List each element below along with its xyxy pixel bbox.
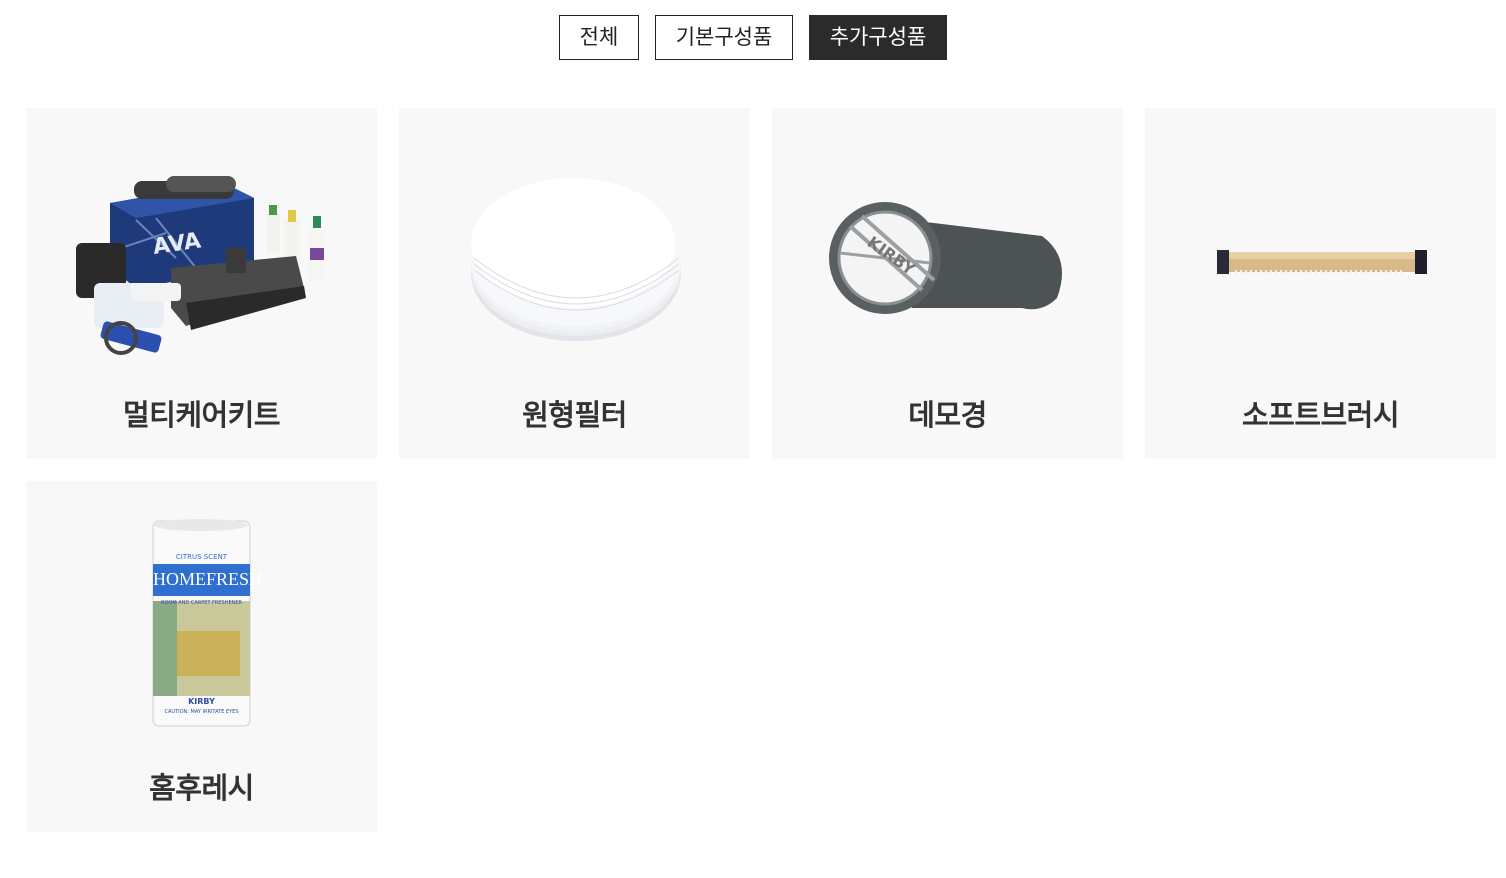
tab-additional-components[interactable]: 추가구성품 [809, 15, 947, 60]
can-maker: KIRBY [188, 697, 215, 706]
product-name: 홈후레시 [149, 771, 254, 805]
product-name: 데모경 [908, 398, 987, 432]
can-brand: HOMEFRESH [153, 569, 262, 589]
product-card-demo-scope[interactable]: KIRBY 데모경 [772, 108, 1123, 459]
multicare-kit-image: AVA [26, 108, 377, 388]
product-name: 멀티케어키트 [122, 398, 281, 432]
demo-scope-image: KIRBY [772, 108, 1123, 388]
can-caution: CAUTION: MAY IRRITATE EYES [164, 709, 239, 715]
tab-all[interactable]: 전체 [559, 15, 639, 60]
tab-basic-components[interactable]: 기본구성품 [655, 15, 793, 60]
can-brand-home: HOME [153, 569, 206, 589]
product-name: 원형필터 [522, 398, 627, 432]
soft-brush-image [1145, 108, 1496, 388]
product-card-soft-brush[interactable]: 소프트브러시 [1145, 108, 1496, 459]
product-card-round-filter[interactable]: 원형필터 [399, 108, 750, 459]
can-scent-label: CITRUS SCENT [175, 553, 228, 561]
category-tabs: 전체 기본구성품 추가구성품 [0, 15, 1506, 60]
product-card-homefresh[interactable]: CITRUS SCENT HOMEFRESH ROOM AND CARPET F… [26, 481, 377, 832]
product-name: 소프트브러시 [1241, 398, 1400, 432]
homefresh-can-image: CITRUS SCENT HOMEFRESH ROOM AND CARPET F… [26, 481, 377, 761]
can-subtitle: ROOM AND CARPET FRESHENER [160, 600, 243, 606]
can-brand-fresh: FRESH [206, 569, 263, 589]
round-filter-image [399, 108, 750, 388]
product-card-multicare-kit[interactable]: AVA 멀티케어키트 [26, 108, 377, 459]
